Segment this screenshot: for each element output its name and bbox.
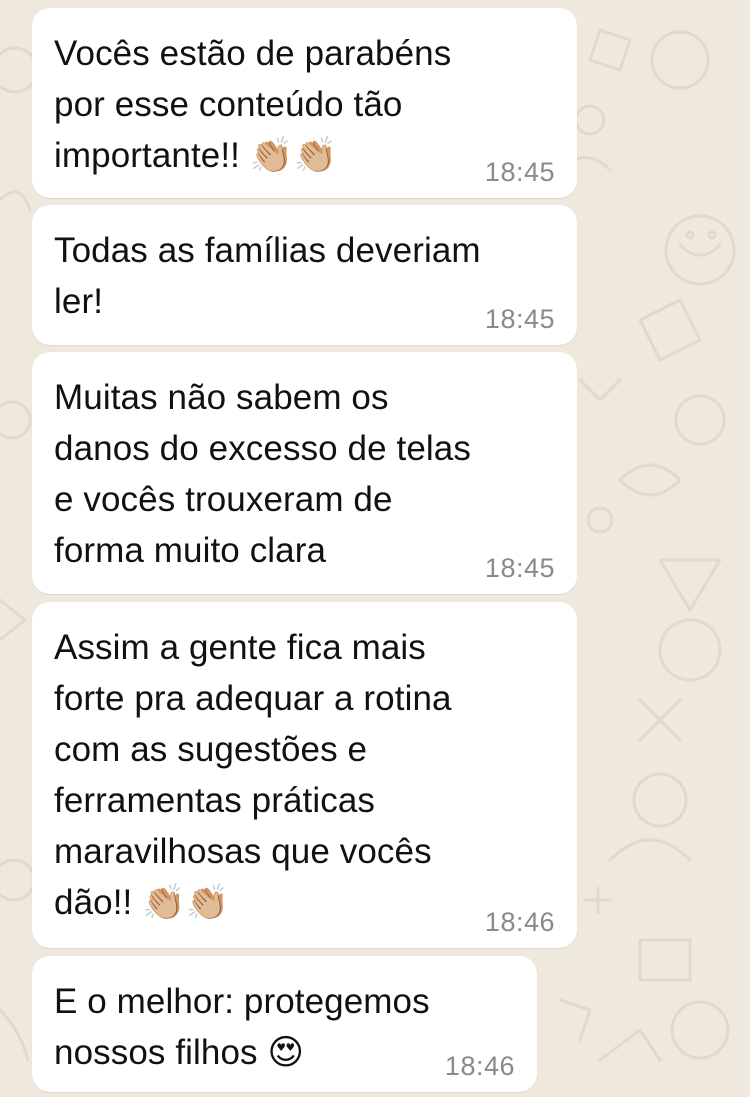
message-timestamp: 18:46	[444, 1051, 515, 1081]
message-bubble[interactable]: Assim a gente fica mais forte pra adequa…	[32, 602, 577, 948]
message-timestamp: 18:45	[484, 304, 555, 334]
message-timestamp: 18:45	[484, 157, 555, 187]
message-bubble[interactable]: Muitas não sabem os danos do excesso de …	[32, 352, 577, 594]
message-text: Assim a gente fica mais forte pra adequa…	[54, 628, 452, 922]
message-text: Vocês estão de parabéns por esse conteúd…	[54, 34, 452, 175]
message-bubble[interactable]: Vocês estão de parabéns por esse conteúd…	[32, 8, 577, 198]
message-bubble[interactable]: E o melhor: protegemos nossos filhos 😍 1…	[32, 956, 537, 1092]
message-text: Muitas não sabem os danos do excesso de …	[54, 378, 471, 570]
chat-conversation: Vocês estão de parabéns por esse conteúd…	[0, 0, 750, 1097]
message-text: Todas as famílias deveriam ler!	[54, 231, 481, 321]
message-timestamp: 18:45	[484, 553, 555, 583]
message-bubble[interactable]: Todas as famílias deveriam ler! 18:45	[32, 205, 577, 345]
message-timestamp: 18:46	[484, 907, 555, 937]
